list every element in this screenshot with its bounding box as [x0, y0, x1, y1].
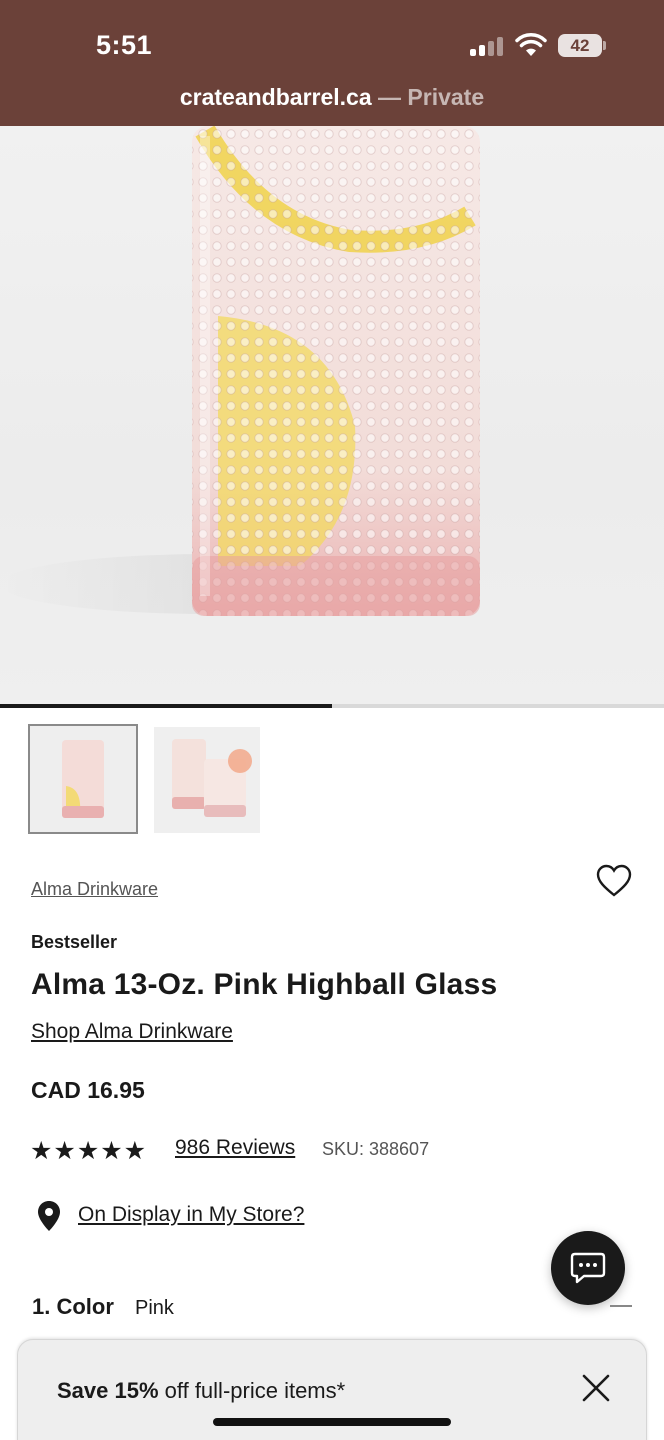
color-option-label[interactable]: 1. Color [32, 1294, 114, 1320]
promo-text: Save 15% off full-price items* [57, 1378, 345, 1404]
close-icon[interactable] [580, 1372, 612, 1404]
location-pin-icon [38, 1201, 60, 1231]
gallery-progress-fill [0, 704, 332, 708]
status-time: 5:51 [96, 30, 153, 60]
battery-indicator: 42 [558, 34, 602, 57]
thumbnail-glass-image [30, 726, 136, 832]
promo-rest: off full-price items* [158, 1378, 346, 1403]
product-hero-image[interactable] [0, 126, 664, 706]
sku-label: SKU: 388607 [322, 1139, 430, 1159]
collapse-minus-icon[interactable] [610, 1305, 632, 1307]
cellular-signal-icon [470, 36, 506, 56]
favorite-heart-icon[interactable] [596, 864, 632, 898]
url-domain: crateandbarrel.ca [179, 84, 372, 110]
thumbnail-2[interactable] [154, 727, 260, 833]
home-indicator [213, 1418, 451, 1426]
product-price: CAD 16.95 [31, 1077, 145, 1103]
private-label: — Private [371, 84, 485, 110]
thumbnail-two-glasses-image [154, 727, 260, 833]
gallery-progress-bar [0, 704, 664, 708]
chat-bubble-icon [570, 1252, 606, 1284]
rating-stars: ★★★★★ [30, 1137, 148, 1165]
highball-glass-image [0, 126, 480, 616]
bestseller-badge: Bestseller [31, 932, 118, 952]
collection-link[interactable]: Alma Drinkware [31, 879, 158, 900]
color-option-value: Pink [135, 1297, 174, 1319]
thumbnail-1[interactable] [28, 724, 138, 834]
reviews-link[interactable]: 986 Reviews [175, 1136, 295, 1160]
wifi-icon [515, 33, 547, 56]
shop-collection-link[interactable]: Shop Alma Drinkware [31, 1020, 233, 1044]
chat-button[interactable] [551, 1231, 625, 1305]
product-title: Alma 13-Oz. Pink Highball Glass [31, 968, 498, 1001]
promo-bold: Save 15% [57, 1378, 159, 1403]
browser-top-bar: 5:51 42 crateandbarrel.ca — Private [0, 0, 664, 126]
battery-tip [603, 41, 606, 50]
on-display-link[interactable]: On Display in My Store? [78, 1203, 304, 1227]
address-bar[interactable]: crateandbarrel.ca — Private [0, 84, 664, 111]
